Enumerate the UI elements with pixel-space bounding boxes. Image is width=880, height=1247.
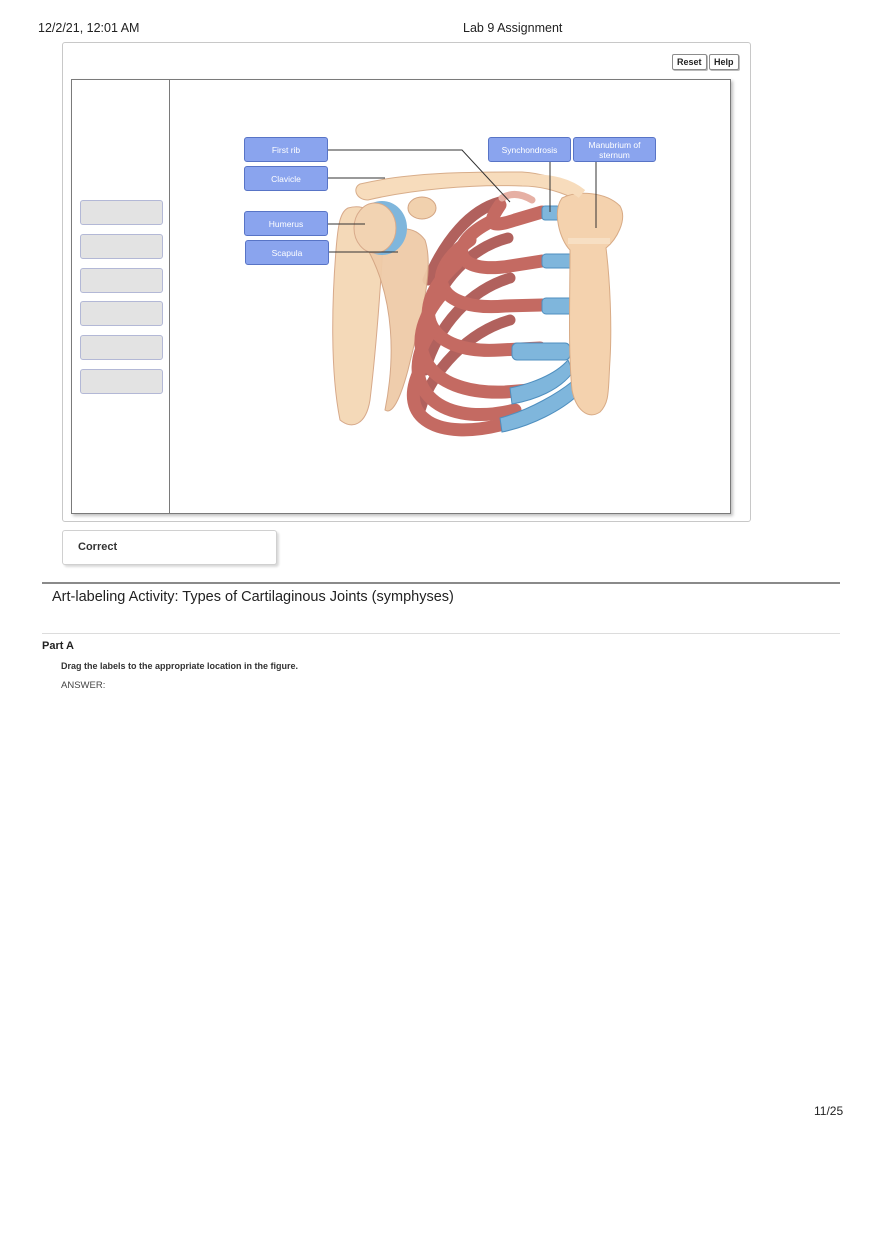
help-button[interactable]: Help bbox=[709, 54, 739, 70]
anatomy-figure: First rib Clavicle Humerus Scapula Synch… bbox=[170, 80, 730, 513]
empty-label-slot[interactable] bbox=[80, 234, 163, 259]
empty-label-slot[interactable] bbox=[80, 369, 163, 394]
label-manubrium-of-sternum[interactable]: Manubrium of sternum bbox=[573, 137, 656, 162]
label-first-rib[interactable]: First rib bbox=[244, 137, 328, 162]
instruction-text: Drag the labels to the appropriate locat… bbox=[61, 661, 299, 671]
empty-label-slot[interactable] bbox=[80, 268, 163, 293]
print-doc-title: Lab 9 Assignment bbox=[463, 21, 563, 35]
label-clavicle[interactable]: Clavicle bbox=[244, 166, 328, 191]
label-scapula[interactable]: Scapula bbox=[245, 240, 329, 265]
label-synchondrosis[interactable]: Synchondrosis bbox=[488, 137, 571, 162]
reset-button[interactable]: Reset bbox=[672, 54, 707, 70]
empty-label-slot[interactable] bbox=[80, 335, 163, 360]
page-indicator: 11/25 bbox=[814, 1104, 844, 1118]
feedback-box: Correct bbox=[62, 530, 277, 565]
section-divider bbox=[42, 582, 840, 584]
art-labeling-activity: Reset Help First rib Clavicle Humerus Sc… bbox=[62, 42, 751, 522]
empty-label-slot[interactable] bbox=[80, 200, 163, 225]
feedback-status: Correct bbox=[78, 541, 118, 553]
part-title: Part A bbox=[42, 640, 74, 652]
label-humerus[interactable]: Humerus bbox=[244, 211, 328, 236]
section-title: Art-labeling Activity: Types of Cartilag… bbox=[52, 589, 454, 605]
labeling-canvas: First rib Clavicle Humerus Scapula Synch… bbox=[71, 79, 731, 514]
part-divider bbox=[42, 633, 840, 634]
answer-label: ANSWER: bbox=[61, 680, 106, 691]
print-datetime: 12/2/21, 12:01 AM bbox=[38, 21, 140, 35]
label-bank bbox=[72, 80, 170, 513]
empty-label-slot[interactable] bbox=[80, 301, 163, 326]
